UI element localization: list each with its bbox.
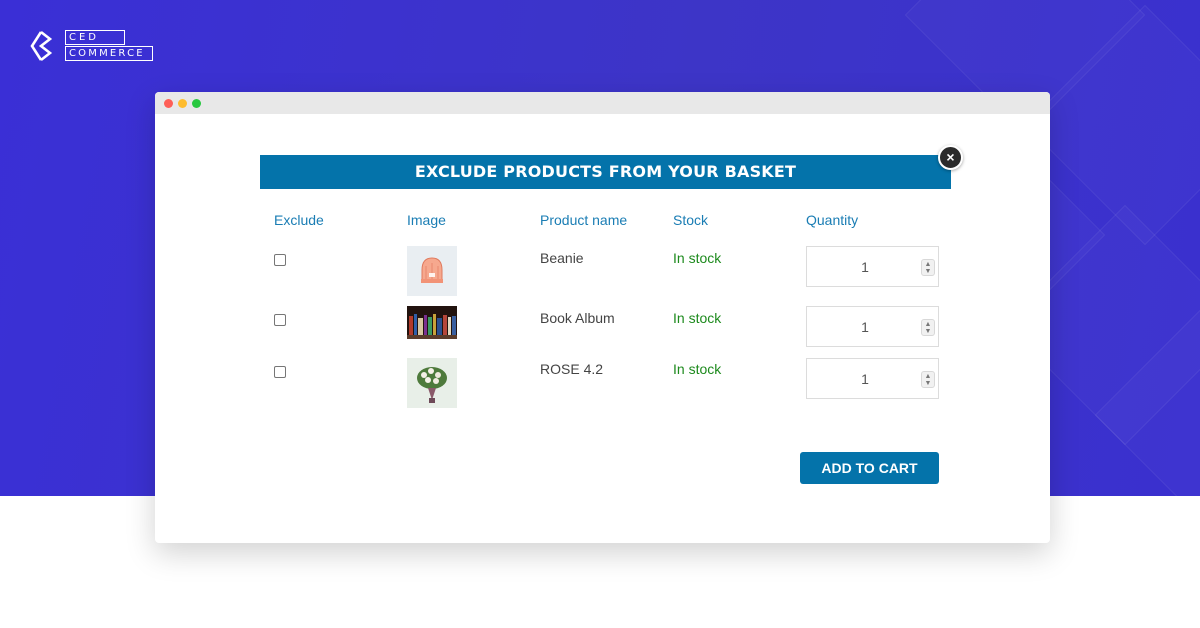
stock-status: In stock bbox=[673, 361, 722, 377]
spinner-arrows-icon[interactable]: ▲ ▼ bbox=[921, 371, 935, 388]
product-name: Book Album bbox=[540, 310, 615, 326]
product-name: ROSE 4.2 bbox=[540, 361, 604, 377]
exclude-checkbox[interactable] bbox=[274, 314, 286, 326]
window-titlebar bbox=[155, 92, 1050, 114]
window-maximize-dot-icon[interactable] bbox=[192, 99, 201, 108]
spinner-arrows-icon[interactable]: ▲ ▼ bbox=[921, 259, 935, 276]
product-name: Beanie bbox=[540, 250, 584, 266]
window-close-dot-icon[interactable] bbox=[164, 99, 173, 108]
column-header-stock: Stock bbox=[673, 212, 709, 228]
browser-window: EXCLUDE PRODUCTS FROM YOUR BASKET × Excl… bbox=[155, 92, 1050, 543]
column-header-product-name: Product name bbox=[540, 212, 628, 228]
logo-text-commerce: COMMERCE bbox=[65, 46, 153, 61]
add-to-cart-button[interactable]: ADD TO CART bbox=[800, 452, 939, 484]
quantity-stepper[interactable]: 1 ▲ ▼ bbox=[806, 306, 939, 347]
quantity-value[interactable]: 1 bbox=[807, 371, 923, 387]
window-minimize-dot-icon[interactable] bbox=[178, 99, 187, 108]
beanie-thumbnail bbox=[407, 246, 457, 296]
quantity-value[interactable]: 1 bbox=[807, 319, 923, 335]
stock-status: In stock bbox=[673, 310, 722, 326]
column-header-image: Image bbox=[407, 212, 446, 228]
spinner-arrows-icon[interactable]: ▲ ▼ bbox=[921, 319, 935, 336]
exclude-checkbox[interactable] bbox=[274, 254, 286, 266]
column-header-exclude: Exclude bbox=[274, 212, 324, 228]
stock-status: In stock bbox=[673, 250, 722, 266]
quantity-value[interactable]: 1 bbox=[807, 259, 923, 275]
books-thumbnail bbox=[407, 306, 457, 339]
logo-text-ced: CED bbox=[65, 30, 125, 45]
close-icon[interactable]: × bbox=[938, 145, 963, 170]
column-header-quantity: Quantity bbox=[806, 212, 859, 228]
logo-mark-icon bbox=[30, 30, 53, 62]
quantity-stepper[interactable]: 1 ▲ ▼ bbox=[806, 358, 939, 399]
modal-title: EXCLUDE PRODUCTS FROM YOUR BASKET bbox=[260, 155, 951, 189]
rose-bouquet-thumbnail bbox=[407, 358, 457, 408]
quantity-stepper[interactable]: 1 ▲ ▼ bbox=[806, 246, 939, 287]
exclude-checkbox[interactable] bbox=[274, 366, 286, 378]
